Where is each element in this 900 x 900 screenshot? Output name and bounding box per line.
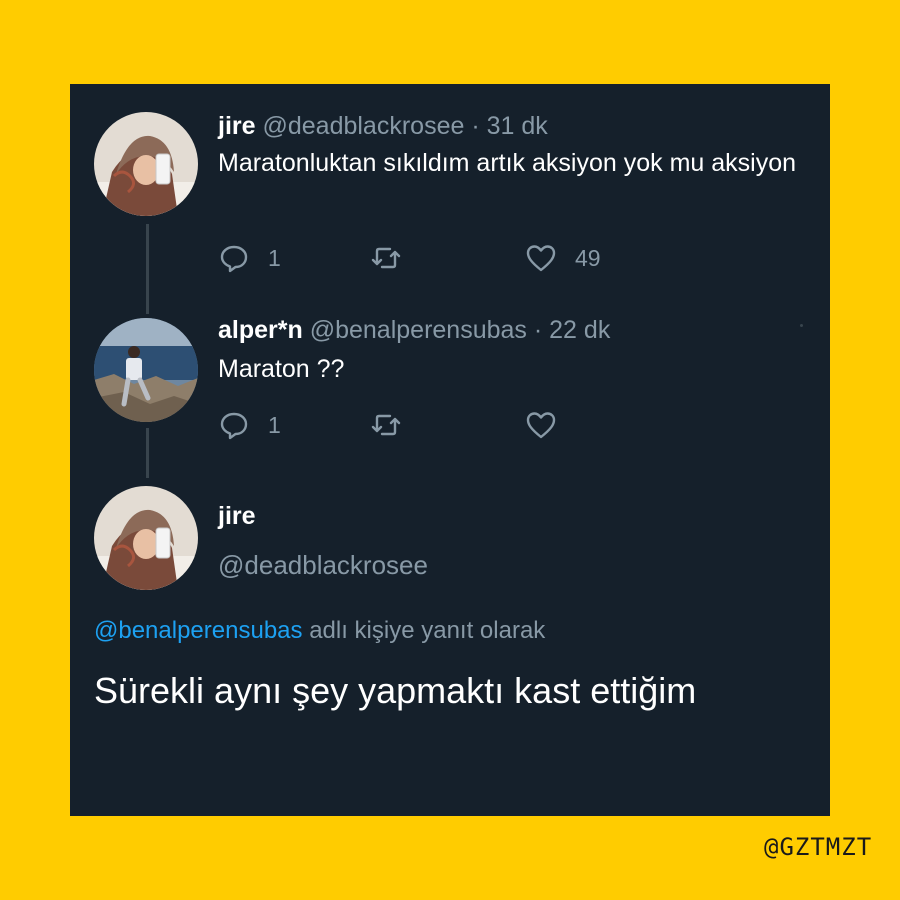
retweet-icon	[371, 414, 401, 436]
avatar[interactable]	[94, 486, 198, 590]
watermark: @GZTMZT	[764, 833, 873, 861]
reply-button[interactable]: 1	[218, 408, 281, 442]
tweet-text: Maratonluktan sıkıldım artık aksiyon yok…	[218, 149, 797, 177]
thread-connector-line	[146, 428, 149, 478]
like-count: 49	[575, 244, 601, 271]
mention-link[interactable]: @benalperensubas	[94, 617, 303, 644]
like-icon	[526, 412, 556, 439]
main-tweet-text: Sürekli aynı şey yapmaktı kast ettiğim	[94, 670, 697, 711]
tweet-time[interactable]: 22 dk	[549, 316, 610, 344]
reply-icon	[220, 412, 248, 440]
overflow-dot	[800, 324, 803, 327]
like-icon	[526, 245, 556, 272]
separator-dot: ·	[533, 316, 543, 344]
user-handle[interactable]: @deadblackrosee	[218, 550, 428, 581]
tweet-header: jire @deadblackrosee · 31 dk	[218, 112, 548, 141]
reply-count: 1	[268, 244, 281, 271]
separator-dot: ·	[471, 112, 480, 140]
retweet-button[interactable]	[370, 241, 420, 275]
tweet-text: Maraton ??	[218, 355, 345, 383]
reply-button[interactable]: 1	[218, 241, 281, 275]
thread-connector-line	[146, 224, 149, 314]
user-name[interactable]: jire	[218, 112, 256, 140]
like-button[interactable]: 49	[525, 241, 601, 275]
user-name[interactable]: alper*n	[218, 316, 303, 344]
user-handle[interactable]: @deadblackrosee	[262, 112, 464, 140]
user-name[interactable]: jire	[218, 502, 256, 531]
retweet-icon	[371, 247, 401, 269]
reply-count: 1	[268, 411, 281, 438]
tweet-header: alper*n @benalperensubas · 22 dk	[218, 316, 610, 345]
tweet-actions: 1 49	[218, 241, 778, 275]
avatar[interactable]	[94, 318, 198, 422]
tweet-time[interactable]: 31 dk	[487, 112, 548, 140]
replying-to: @benalperensubas adlı kişiye yanıt olara…	[94, 617, 545, 645]
selfie-avatar-icon	[94, 486, 198, 590]
user-handle[interactable]: @benalperensubas	[310, 316, 527, 344]
retweet-button[interactable]	[370, 408, 420, 442]
tweet-actions: 1	[218, 408, 778, 442]
outdoor-photo-avatar-icon	[94, 318, 198, 422]
like-button[interactable]	[525, 408, 575, 442]
selfie-avatar-icon	[94, 112, 198, 216]
replying-to-label: adlı kişiye yanıt olarak	[309, 617, 546, 644]
reply-icon	[220, 245, 248, 273]
tweet-thread-card: jire @deadblackrosee · 31 dk Maratonlukt…	[70, 84, 830, 816]
avatar[interactable]	[94, 112, 198, 216]
